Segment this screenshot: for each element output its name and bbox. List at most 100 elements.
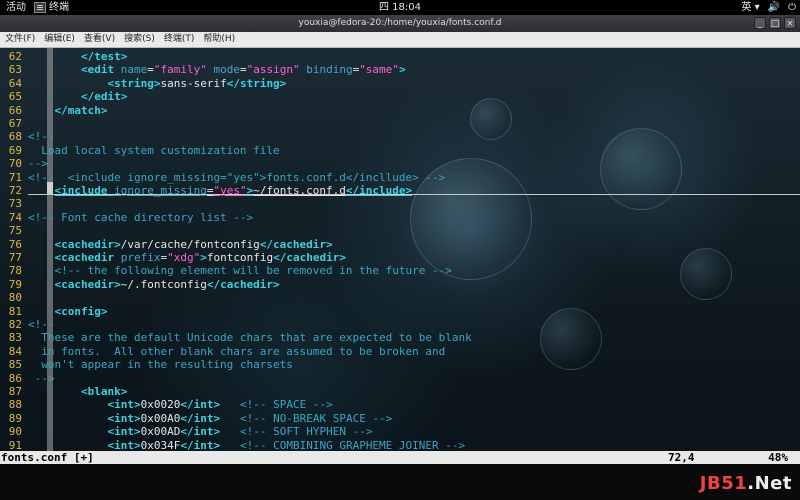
line-number: 91 [8,438,22,451]
code-line[interactable]: 88 <int>0x0020</int> <!-- SPACE --> [0,398,333,411]
line-number: 88 [8,398,22,412]
code-line[interactable]: 76 <cachedir>/var/cache/fontconfig</cach… [0,238,333,251]
code-line[interactable]: 72 <include ignore_missing="yes">~/fonts… [0,184,412,197]
code-line[interactable]: 62 </test> [0,50,128,63]
menu-file[interactable]: 文件(F) [0,32,39,47]
code-token: <!-- the following element will be remov… [54,264,452,278]
code-line[interactable]: 63 <edit name="family" mode="assign" bin… [0,63,406,76]
wallpaper-bubble [540,308,602,370]
code-line[interactable]: 79 <cachedir>~/.fontconfig</cachedir> [0,278,280,291]
code-line[interactable]: 80 [0,291,28,304]
code-token: <include [54,184,115,197]
code-line[interactable]: 70 --> [0,157,48,170]
line-number: 73 [8,197,22,211]
menu-edit[interactable]: 编辑(E) [39,32,79,47]
vim-status-line: fonts.conf [+] 72,4 48% [0,451,800,464]
code-line[interactable]: 85 won't appear in the resulting charset… [0,358,293,371]
close-button[interactable]: × [784,17,796,29]
code-line[interactable]: 73 [0,197,28,210]
code-token: <int> [107,438,141,451]
line-number: 83 [8,331,22,345]
code-token: = [239,63,247,77]
code-line[interactable]: 65 </edit> [0,90,128,104]
power-icon[interactable]: ⏻ [788,0,796,15]
code-line[interactable]: 83 These are the default Unicode chars t… [0,331,472,344]
site-watermark: JB51.Net [699,473,792,494]
code-token: 0x00AD [140,425,181,439]
code-line[interactable]: 71 <!-- <include ignore_missing="yes">fon… [0,170,446,184]
wallpaper-bubble [680,248,732,300]
code-line[interactable]: 91 <int>0x034F</int> <!-- COMBINING GRAP… [0,439,465,451]
line-number: 66 [8,103,22,117]
volume-icon[interactable]: 🔊 [768,0,780,15]
code-line[interactable]: 67 [0,117,28,130]
command-line-area[interactable]: JB51.Net [0,464,800,500]
line-number: 74 [8,210,22,224]
code-token: sans-serif [160,76,227,90]
line-number: 63 [8,63,22,77]
code-token: <config> [54,304,108,318]
line-number: 64 [8,76,22,90]
code-token: "yes" [213,184,247,197]
code-token: <int> [107,425,141,439]
code-line[interactable]: 78 <!-- the following element will be re… [0,264,452,277]
code-line[interactable]: 66 </match> [0,103,108,117]
code-line[interactable]: 81 <config> [0,304,108,318]
line-number: 85 [8,358,22,372]
clock[interactable]: 四 18:04 [0,0,800,15]
code-line[interactable]: 64 <string>sans-serif</string> [0,76,287,90]
line-number: 90 [8,425,22,439]
line-number: 86 [8,371,22,385]
input-method-indicator[interactable]: 英 ▾ [741,0,759,15]
menu-search[interactable]: 搜索(S) [119,32,159,47]
code-line[interactable]: 90 <int>0x00AD</int> <!-- SOFT HYPHEN --… [0,425,373,439]
line-number: 77 [8,251,22,264]
code-line[interactable]: 86 --> [0,372,55,385]
code-token: <!-- COMBINING GRAPHEME JOINER --> [239,438,466,451]
window-titlebar[interactable]: youxia@fedora-20:/home/youxia/fonts.conf… [0,15,800,32]
code-token: Load local system customization file [41,143,280,157]
code-token: <include ignore_missing="yes">fonts.conf… [67,170,446,184]
line-number: 76 [8,237,22,251]
menu-help[interactable]: 帮助(H) [198,32,239,47]
code-line[interactable]: 74 <!-- Font cache directory list --> [0,211,253,224]
code-token: <edit [80,63,121,77]
code-token: <!-- [28,130,55,144]
code-line[interactable]: 82 <!-- [0,318,55,331]
code-line[interactable]: 84 in fonts. All other blank chars are a… [0,345,445,358]
terminal-area[interactable]: 62 </test> 63 <edit name="family" mode="a… [0,48,800,451]
code-token: name [120,63,148,77]
line-number: 65 [8,90,22,104]
menu-view[interactable]: 查看(V) [79,32,119,47]
status-scroll-percent: 48% [768,451,788,464]
code-token: mode [213,63,240,77]
code-token: 0x034F [140,438,181,451]
status-cursor-position: 72,4 [668,451,695,464]
line-number: 68 [8,130,22,144]
line-number: 72 [8,184,22,197]
code-line[interactable]: 87 <blank> [0,385,128,398]
maximize-button[interactable]: □ [769,17,781,29]
code-line[interactable]: 68 <!-- [0,130,55,143]
code-token: </int> [180,398,221,412]
code-line[interactable]: 89 <int>0x00A0</int> <!-- NO-BREAK SPACE… [0,411,393,425]
code-token: <int> [107,411,141,425]
line-number: 80 [8,291,22,305]
code-line[interactable]: 75 [0,224,28,237]
code-line[interactable]: 69 Load local system customization file [0,144,280,157]
line-number: 78 [8,264,22,278]
status-filename: fonts.conf [+] [1,451,94,464]
code-token: 0x00A0 [140,411,181,425]
code-line[interactable]: 77 <cachedir prefix="xdg">fontconfig</ca… [0,251,346,264]
minimize-button[interactable]: _ [754,17,766,29]
code-token: </cachedir> [259,237,333,251]
menu-terminal[interactable]: 终端(T) [159,32,199,47]
